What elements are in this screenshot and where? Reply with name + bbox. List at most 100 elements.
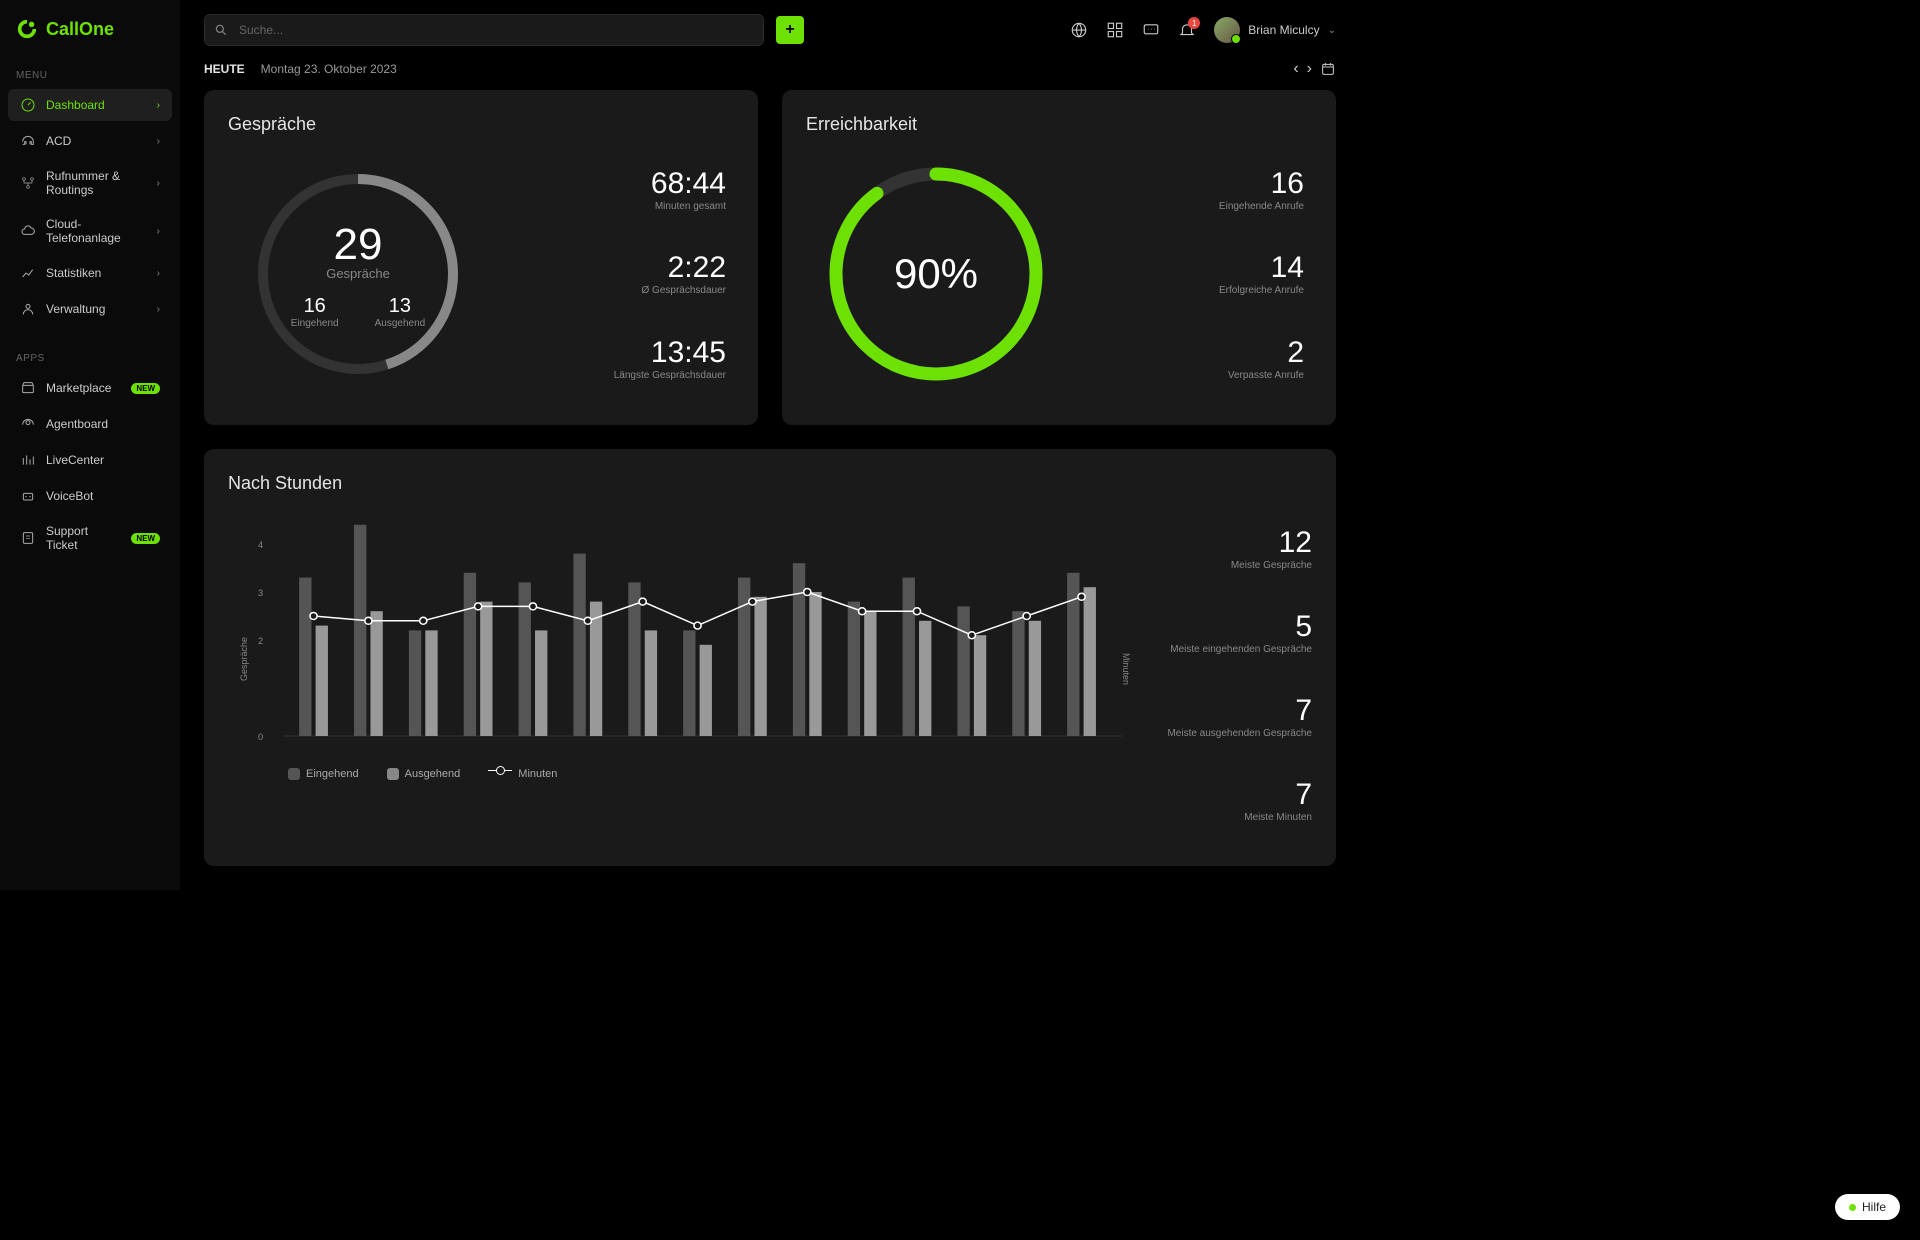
store-icon — [20, 380, 36, 396]
prev-day-button[interactable]: ‹ — [1293, 60, 1298, 78]
chart-ylabel-right: Minuten — [1121, 653, 1131, 685]
search-icon — [214, 23, 228, 37]
sidebar-item-admin[interactable]: Verwaltung › — [8, 293, 172, 325]
sidebar-item-dashboard[interactable]: Dashboard › — [8, 89, 172, 121]
help-button[interactable]: Hilfe — [1835, 1194, 1900, 1220]
sidebar-item-label: LiveCenter — [46, 453, 104, 467]
reach-donut: 90% — [806, 147, 1066, 401]
avatar — [1214, 17, 1240, 43]
stat-label: Verpasste Anrufe — [1228, 370, 1304, 381]
chevron-right-icon: › — [157, 304, 160, 315]
apps-icon[interactable] — [1106, 21, 1124, 39]
sidebar-item-label: Support Ticket — [46, 524, 121, 552]
chat-icon[interactable] — [1142, 21, 1160, 39]
legend-in: Eingehend — [306, 768, 359, 780]
bell-icon[interactable]: 1 — [1178, 21, 1196, 39]
stat-label: Meiste Gespräche — [1231, 560, 1312, 571]
add-button[interactable]: + — [776, 16, 804, 44]
chevron-right-icon: › — [157, 226, 160, 237]
routing-icon — [20, 175, 36, 191]
chart-ylabel: Gespräche — [239, 637, 249, 681]
sidebar-item-label: Verwaltung — [46, 302, 105, 316]
chevron-down-icon: ⌄ — [1328, 25, 1336, 36]
stat-value: 5 — [1170, 610, 1312, 644]
calls-total-label: Gespräche — [291, 266, 425, 281]
logo-text: CallOne — [46, 19, 114, 40]
calendar-icon[interactable] — [1320, 61, 1336, 77]
reach-percent: 90% — [894, 250, 978, 298]
bars-icon — [20, 452, 36, 468]
stat-label: Erfolgreiche Anrufe — [1219, 285, 1304, 296]
sidebar-item-routing[interactable]: Rufnummer & Routings › — [8, 161, 172, 205]
calls-out-label: Ausgehend — [375, 318, 426, 329]
cloud-icon — [20, 223, 36, 239]
main: + 1 Brian Miculcy ⌄ HEUTE Montag 23. Okt… — [180, 0, 1360, 890]
sidebar-item-label: Marketplace — [46, 381, 111, 395]
card-title: Erreichbarkeit — [806, 114, 1312, 135]
chevron-right-icon: › — [157, 268, 160, 279]
card-calls: Gespräche 29 Gespräche — [204, 90, 758, 425]
user-menu[interactable]: Brian Miculcy ⌄ — [1214, 17, 1336, 43]
sidebar-item-voicebot[interactable]: VoiceBot — [8, 480, 172, 512]
bot-icon — [20, 488, 36, 504]
svg-text:4: 4 — [258, 540, 263, 550]
stat-value: 16 — [1219, 167, 1304, 201]
sidebar-item-label: ACD — [46, 134, 71, 148]
stat-label: Eingehende Anrufe — [1219, 201, 1304, 212]
sidebar-item-cloud[interactable]: Cloud-Telefonanlage › — [8, 209, 172, 253]
stat-value: 12 — [1231, 526, 1312, 560]
card-hours: Nach Stunden Gespräche Minuten 0234 Eing… — [204, 449, 1336, 866]
sidebar-item-label: VoiceBot — [46, 489, 93, 503]
calls-donut: 29 Gespräche 16 Eingehend 13 A — [228, 147, 488, 401]
sidebar-item-agentboard[interactable]: Agentboard — [8, 408, 172, 440]
sidebar-item-label: Agentboard — [46, 417, 108, 431]
card-title: Nach Stunden — [228, 473, 1312, 494]
topbar: + 1 Brian Miculcy ⌄ — [180, 0, 1360, 60]
logo[interactable]: CallOne — [0, 0, 180, 62]
sidebar-item-ticket[interactable]: Support Ticket NEW — [8, 516, 172, 560]
logo-icon — [16, 18, 38, 40]
nav-section-apps: APPS — [0, 345, 180, 370]
calls-out-value: 13 — [375, 295, 426, 318]
stat-label: Längste Gesprächsdauer — [614, 370, 726, 381]
user-name: Brian Miculcy — [1248, 23, 1319, 37]
stat-label: Meiste eingehenden Gespräche — [1170, 644, 1312, 655]
date-row: HEUTE Montag 23. Oktober 2023 ‹ › — [180, 60, 1360, 90]
svg-text:3: 3 — [258, 588, 263, 598]
dateime-today-label: HEUTE — [204, 62, 245, 76]
nav-section-menu: MENU — [0, 62, 180, 87]
sidebar-item-stats[interactable]: Statistiken › — [8, 257, 172, 289]
sidebar-item-label: Cloud-Telefonanlage — [46, 217, 147, 245]
help-label: Hilfe — [1862, 1200, 1886, 1214]
chevron-right-icon: › — [157, 136, 160, 147]
hours-chart: Gespräche Minuten 0234 Eingehend Ausgehe… — [228, 506, 1122, 842]
stat-value: 7 — [1244, 778, 1312, 812]
sidebar-item-label: Dashboard — [46, 98, 105, 112]
sidebar-item-acd[interactable]: ACD › — [8, 125, 172, 157]
chevron-right-icon: › — [157, 100, 160, 111]
stat-value: 13:45 — [614, 336, 726, 370]
stats-icon — [20, 265, 36, 281]
next-day-button[interactable]: › — [1307, 60, 1312, 78]
card-title: Gespräche — [228, 114, 734, 135]
headset-icon — [20, 133, 36, 149]
sidebar-item-label: Rufnummer & Routings — [46, 169, 147, 197]
search-input[interactable] — [204, 14, 764, 46]
svg-text:0: 0 — [258, 732, 263, 742]
card-reachability: Erreichbarkeit 90% 16Einge — [782, 90, 1336, 425]
ticket-icon — [20, 530, 36, 546]
sidebar: CallOne MENU Dashboard › ACD › Rufnummer… — [0, 0, 180, 890]
chart-legend: Eingehend Ausgehend Minuten — [258, 768, 1122, 780]
calls-in-label: Eingehend — [291, 318, 339, 329]
sidebar-item-livecenter[interactable]: LiveCenter — [8, 444, 172, 476]
date-full: Montag 23. Oktober 2023 — [261, 62, 397, 76]
stat-value: 2 — [1228, 336, 1304, 370]
sidebar-item-marketplace[interactable]: Marketplace NEW — [8, 372, 172, 404]
stat-value: 7 — [1167, 694, 1312, 728]
calls-total-value: 29 — [291, 220, 425, 270]
chevron-right-icon: › — [157, 178, 160, 189]
stat-value: 2:22 — [642, 251, 727, 285]
legend-out: Ausgehend — [405, 768, 461, 780]
stat-label: Meiste Minuten — [1244, 812, 1312, 823]
globe-icon[interactable] — [1070, 21, 1088, 39]
